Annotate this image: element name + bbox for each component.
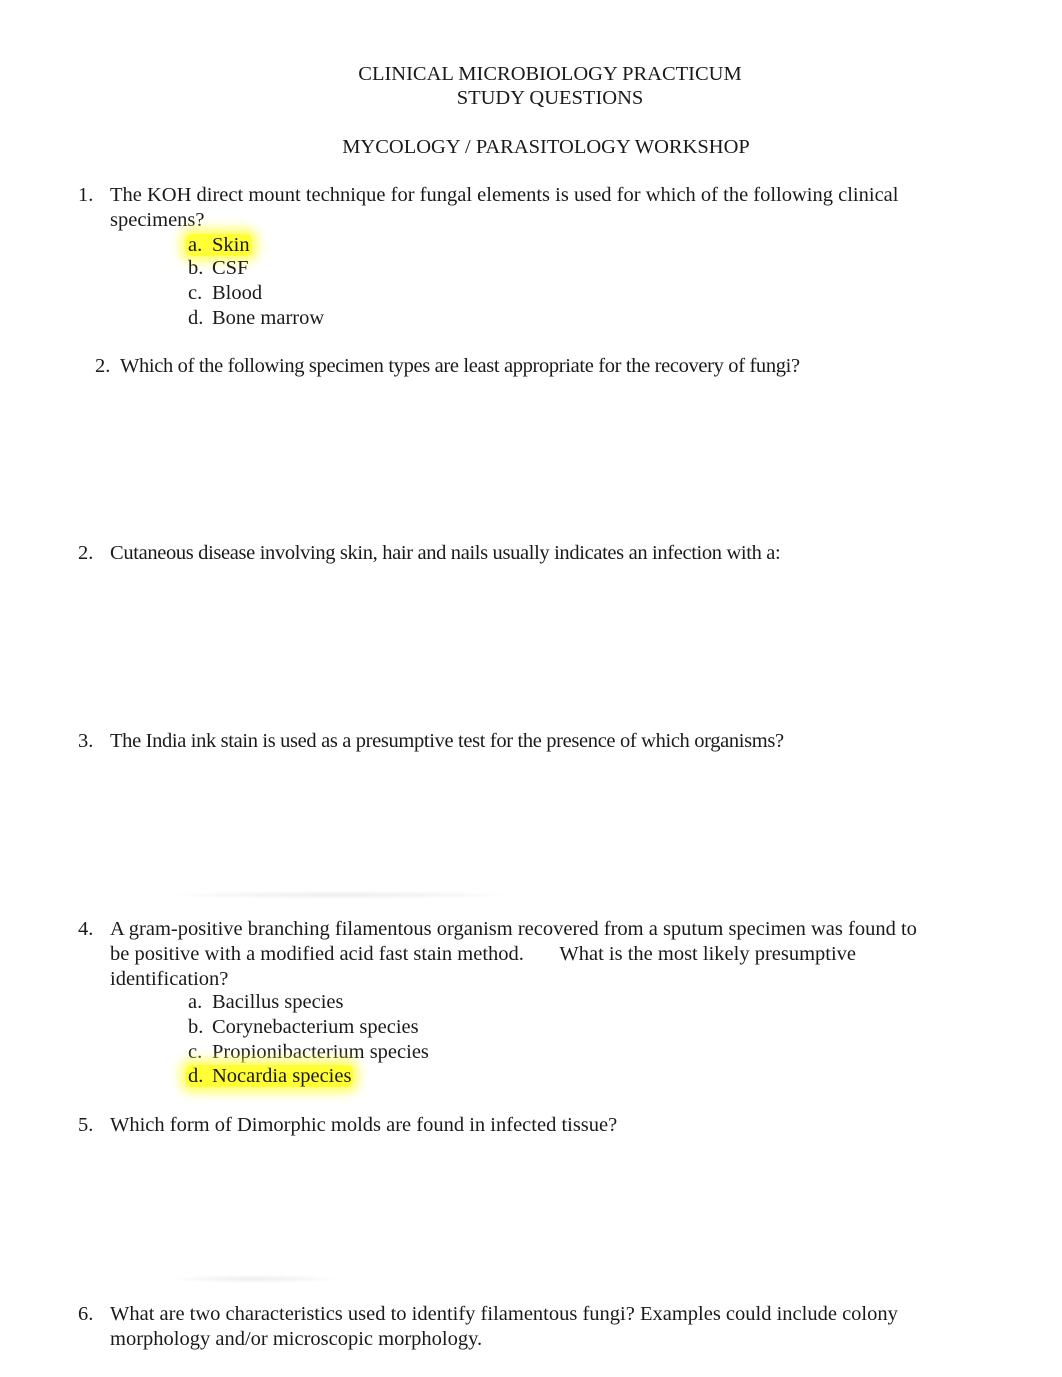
question-number: 3. [78,730,94,752]
answer-option-d: d. Nocardia species [186,1064,354,1089]
question-text-line: The India ink stain is used as a presump… [110,730,784,752]
answer-option-c: c. Propionibacterium species [188,1040,429,1065]
question-text-line: The KOH direct mount technique for funga… [110,184,899,206]
question-number: 2. [95,355,111,377]
option-text: Blood [212,282,263,304]
option-text: Bacillus species [212,991,344,1013]
question-text-line: What are two characteristics used to ide… [110,1303,898,1325]
option-text: Corynebacterium species [212,1016,419,1038]
option-letter: c. [188,1041,203,1063]
question-number: 4. [78,918,94,940]
option-letter: a. [188,991,203,1013]
option-letter: a. [188,234,203,256]
question-text-line: Cutaneous disease involving skin, hair a… [110,542,781,564]
answer-option-b: b. Corynebacterium species [188,1015,419,1040]
option-letter: d. [188,1065,204,1087]
question-text-line: A gram-positive branching filamentous or… [110,918,917,940]
option-text: Nocardia species [212,1065,352,1087]
option-letter: b. [188,1016,204,1038]
question-number: 2. [78,542,94,564]
option-text: Skin [212,234,250,256]
option-text: CSF [212,257,249,279]
answer-option-a: a. Skin [186,233,252,258]
faint-divider-shadow [175,1276,335,1282]
answer-option-d: d. Bone marrow [188,306,324,331]
answer-option-b: b. CSF [188,256,248,281]
option-letter: d. [188,307,204,329]
answer-option-c: c. Blood [188,281,262,306]
option-text: Propionibacterium species [212,1041,429,1063]
option-letter: b. [188,257,204,279]
option-text: Bone marrow [212,307,325,329]
question-text-line: specimens? [110,209,205,231]
question-text-line: Which of the following specimen types ar… [120,355,800,377]
question-number: 6. [78,1303,94,1325]
question-number: 5. [78,1114,94,1136]
question-text-line: identification? [110,968,229,990]
option-letter: c. [188,282,203,304]
document-title: CLINICAL MICROBIOLOGY PRACTICUM [358,63,742,85]
faint-divider-shadow [175,892,505,898]
question-text-line: morphology and/or microscopic morphology… [110,1328,483,1350]
question-text-line: Which form of Dimorphic molds are found … [110,1114,618,1136]
document-subtitle: STUDY QUESTIONS [456,87,644,109]
question-text-line: be positive with a modified acid fast st… [110,943,857,965]
workshop-title: MYCOLOGY / PARASITOLOGY WORKSHOP [342,136,750,158]
question-number: 1. [78,184,94,206]
answer-option-a: a. Bacillus species [188,990,344,1015]
